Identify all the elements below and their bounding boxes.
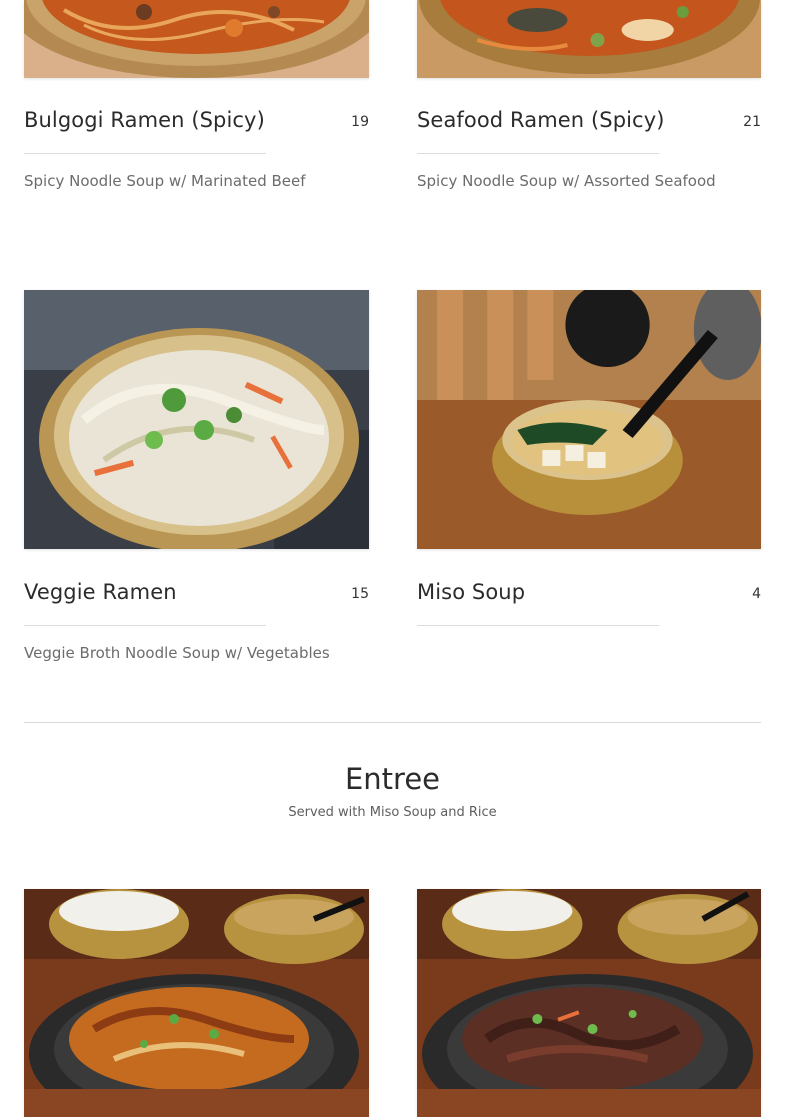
item-divider — [417, 625, 659, 626]
miso-soup-bowl-photo[interactable] — [417, 290, 761, 549]
item-divider — [24, 625, 266, 626]
item-price: 19 — [351, 114, 369, 130]
item-price: 15 — [351, 586, 369, 602]
item-description: Spicy Noodle Soup w/ Assorted Seafood — [417, 172, 716, 190]
item-price: 4 — [752, 586, 761, 602]
section-subtitle: Served with Miso Soup and Rice — [288, 805, 497, 820]
spicy-ramen-bowl-photo[interactable] — [24, 0, 369, 78]
section-divider — [24, 722, 761, 723]
seafood-ramen-bowl-photo[interactable] — [417, 0, 761, 78]
veggie-ramen-bowl-photo[interactable] — [24, 290, 369, 549]
item-name: Bulgogi Ramen (Spicy) — [24, 108, 265, 132]
menu-item-miso-soup[interactable]: Miso Soup 4 — [417, 290, 761, 680]
teriyaki-chicken-skillet-photo[interactable] — [24, 889, 369, 1117]
item-price: 21 — [743, 114, 761, 130]
item-divider — [417, 153, 659, 154]
menu-item-entree-beef[interactable] — [417, 889, 761, 1117]
item-name: Seafood Ramen (Spicy) — [417, 108, 665, 132]
section-title: Entree — [344, 762, 441, 796]
item-name: Miso Soup — [417, 580, 526, 604]
menu-item-veggie-ramen[interactable]: Veggie Ramen 15 Veggie Broth Noodle Soup… — [24, 290, 369, 680]
beef-bulgogi-skillet-photo[interactable] — [417, 889, 761, 1117]
item-divider — [24, 153, 266, 154]
menu-item-entree-chicken[interactable] — [24, 889, 369, 1117]
item-name: Veggie Ramen — [24, 580, 177, 604]
item-description: Spicy Noodle Soup w/ Marinated Beef — [24, 172, 306, 190]
menu-item-seafood-ramen[interactable]: Seafood Ramen (Spicy) 21 Spicy Noodle So… — [417, 0, 761, 200]
menu-item-bulgogi-ramen[interactable]: Bulgogi Ramen (Spicy) 19 Spicy Noodle So… — [24, 0, 369, 200]
item-description: Veggie Broth Noodle Soup w/ Vegetables — [24, 644, 330, 662]
